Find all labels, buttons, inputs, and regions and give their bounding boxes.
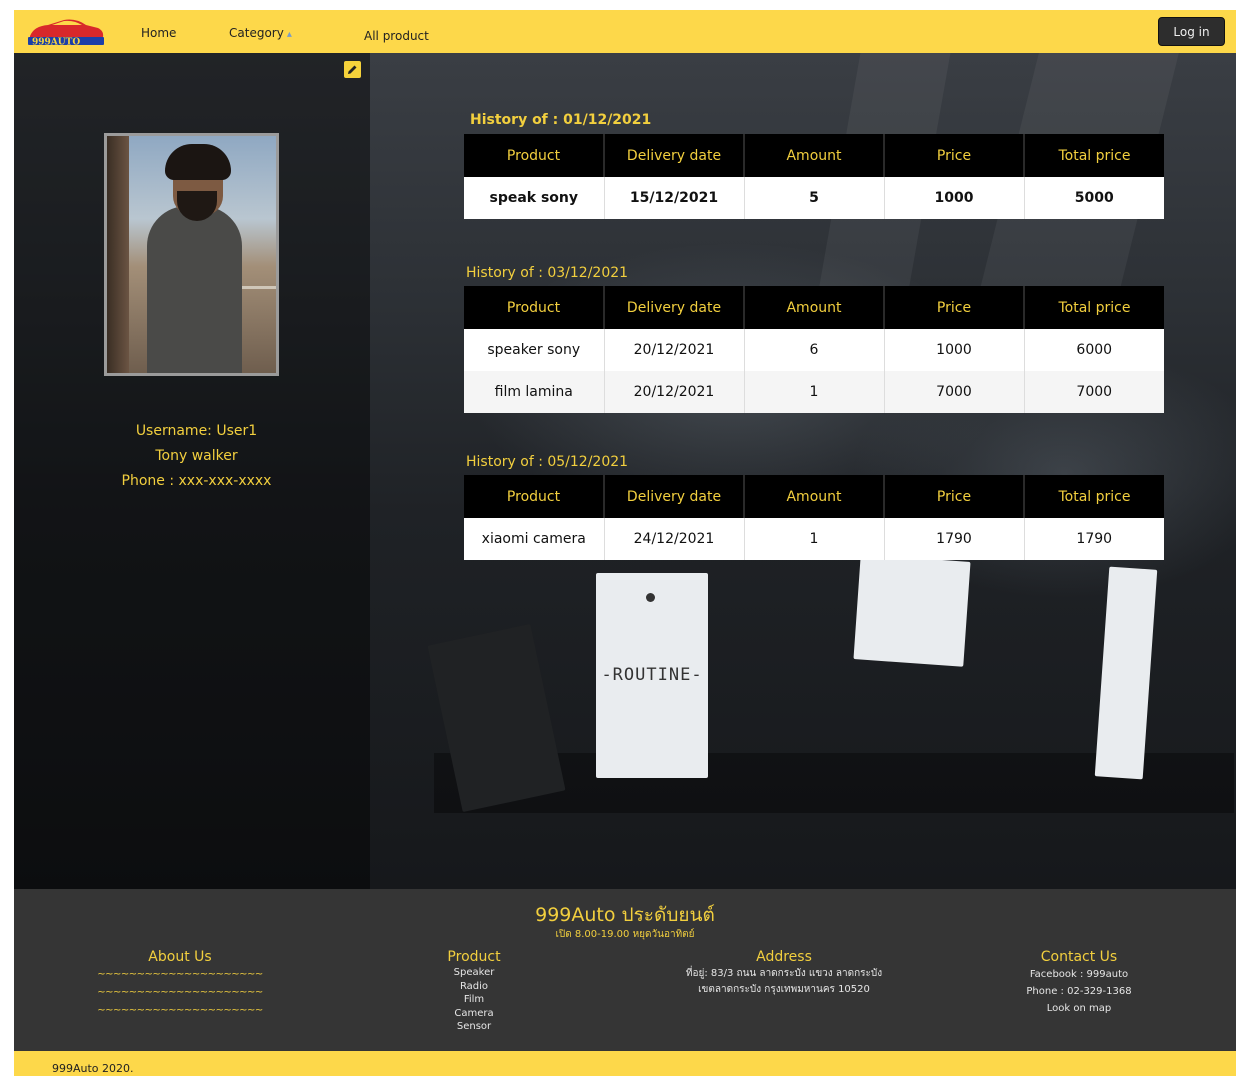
header-product: Product xyxy=(464,286,605,329)
hero-background: -ROUTINE- Username: User1 Tony walker Ph… xyxy=(14,53,1236,889)
footer-facebook-link[interactable]: Facebook : 999auto xyxy=(1004,966,1154,983)
cell-delivery-date: 24/12/2021 xyxy=(604,518,745,560)
footer-product-column: Product Speaker Radio Film Camera Sensor xyxy=(434,949,514,1034)
footer-about-line: ~~~~~~~~~~~~~~~~~~~~~ xyxy=(97,969,263,980)
footer-product-link-radio[interactable]: Radio xyxy=(434,980,514,994)
footer-contact-title: Contact Us xyxy=(1040,949,1118,965)
footer-map-link[interactable]: Look on map xyxy=(1004,1000,1154,1017)
footer-address-line: ที่อยู่: 83/3 ถนน ลาดกระบัง แขวง ลาดกระบ… xyxy=(685,968,883,979)
header-delivery-date: Delivery date xyxy=(604,286,745,329)
edit-profile-pencil-icon[interactable] xyxy=(344,61,361,78)
header-price: Price xyxy=(884,286,1025,329)
header-total-price: Total price xyxy=(1024,134,1164,177)
table-header-row: Product Delivery date Amount Price Total… xyxy=(464,286,1164,329)
header-delivery-date: Delivery date xyxy=(604,475,745,518)
footer-address-line: เขตลาดกระบัง กรุงเทพมหานคร 10520 xyxy=(698,984,870,995)
nav-home-link[interactable]: Home xyxy=(141,26,176,40)
footer-product-link-speaker[interactable]: Speaker xyxy=(434,966,514,980)
table-row: speak sony 15/12/2021 5 1000 5000 xyxy=(464,177,1164,219)
background-white-tag xyxy=(853,554,971,667)
cell-amount: 6 xyxy=(744,329,885,371)
cell-amount: 1 xyxy=(744,371,885,413)
footer-product-title: Product xyxy=(447,949,501,965)
cell-price: 1000 xyxy=(884,329,1025,371)
header-delivery-date: Delivery date xyxy=(604,134,745,177)
history-table-1: Product Delivery date Amount Price Total… xyxy=(464,134,1164,219)
footer-phone: Phone : 02-329-1368 xyxy=(1026,986,1132,997)
pencil-icon xyxy=(348,65,357,74)
caret-up-icon: ▴ xyxy=(286,29,292,40)
history-title-2: History of : 03/12/2021 xyxy=(466,265,629,281)
footer-product-link-camera[interactable]: Camera xyxy=(434,1007,514,1021)
header-product: Product xyxy=(464,134,605,177)
login-button[interactable]: Log in xyxy=(1158,17,1225,46)
footer-product-link-sensor[interactable]: Sensor xyxy=(434,1020,514,1034)
history-table-2: Product Delivery date Amount Price Total… xyxy=(464,286,1164,413)
profile-phone: Phone : xxx-xxx-xxxx xyxy=(121,473,272,489)
profile-photo xyxy=(104,133,279,376)
profile-username: Username: User1 xyxy=(135,423,258,439)
table-row: xiaomi camera 24/12/2021 1 1790 1790 xyxy=(464,518,1164,560)
header-amount: Amount xyxy=(744,286,885,329)
footer-brand: 999Auto ประดับยนต์ xyxy=(535,904,715,926)
footer-address-column: Address ที่อยู่: 83/3 ถนน ลาดกระบัง แขวง… xyxy=(664,949,904,998)
car-logo-icon: 999AUTO xyxy=(28,19,104,48)
footer-contact-column: Contact Us Facebook : 999auto Phone : 02… xyxy=(1004,949,1154,1017)
cell-total-price: 1790 xyxy=(1024,518,1164,560)
table-row: speaker sony 20/12/2021 6 1000 6000 xyxy=(464,329,1164,371)
footer-about-line: ~~~~~~~~~~~~~~~~~~~~~ xyxy=(97,987,263,998)
cell-total-price: 6000 xyxy=(1024,329,1164,371)
nav-category-dropdown[interactable]: Category ▴ xyxy=(229,26,292,40)
cell-price: 7000 xyxy=(884,371,1025,413)
footer-address-title: Address xyxy=(756,949,812,965)
profile-info: Username: User1 Tony walker Phone : xxx-… xyxy=(114,419,279,494)
footer-about-title: About Us xyxy=(148,949,212,965)
nav-all-product-link[interactable]: All product xyxy=(364,29,429,43)
page-frame: 999AUTO Home Category ▴ All product Log i… xyxy=(14,10,1236,1076)
cell-delivery-date: 20/12/2021 xyxy=(604,329,745,371)
cell-product: speaker sony xyxy=(464,329,605,371)
logo-text: 999AUTO xyxy=(32,38,80,48)
copyright-text: 999Auto 2020. xyxy=(52,1062,134,1075)
history-title-3: History of : 05/12/2021 xyxy=(466,454,629,470)
background-white-tag xyxy=(1094,566,1158,780)
logo[interactable]: 999AUTO xyxy=(24,16,106,48)
footer: 999Auto ประดับยนต์ เปิด 8.00-19.00 หยุดว… xyxy=(14,889,1236,1051)
cell-total-price: 7000 xyxy=(1024,371,1164,413)
cell-delivery-date: 15/12/2021 xyxy=(604,177,745,219)
header-total-price: Total price xyxy=(1024,475,1164,518)
background-routine-tag: -ROUTINE- xyxy=(596,573,708,778)
cell-amount: 5 xyxy=(744,177,885,219)
footer-about-line: ~~~~~~~~~~~~~~~~~~~~~ xyxy=(97,1005,263,1016)
history-title-1: History of : 01/12/2021 xyxy=(470,112,652,128)
history-table-3: Product Delivery date Amount Price Total… xyxy=(464,475,1164,560)
table-row: film lamina 20/12/2021 1 7000 7000 xyxy=(464,371,1164,413)
nav-category-label: Category xyxy=(229,26,284,40)
cell-total-price: 5000 xyxy=(1024,177,1164,219)
table-header-row: Product Delivery date Amount Price Total… xyxy=(464,475,1164,518)
tag-routine-text: -ROUTINE- xyxy=(601,665,703,685)
cell-delivery-date: 20/12/2021 xyxy=(604,371,745,413)
header-price: Price xyxy=(884,134,1025,177)
profile-name: Tony walker xyxy=(155,448,238,464)
footer-product-link-film[interactable]: Film xyxy=(434,993,514,1007)
top-navbar: 999AUTO Home Category ▴ All product Log i… xyxy=(14,10,1236,53)
cell-product: speak sony xyxy=(464,177,605,219)
cell-product: film lamina xyxy=(464,371,605,413)
footer-opening-hours: เปิด 8.00-19.00 หยุดวันอาทิตย์ xyxy=(555,929,695,940)
cell-price: 1790 xyxy=(884,518,1025,560)
bottom-bar: 999Auto 2020. xyxy=(14,1051,1236,1076)
header-total-price: Total price xyxy=(1024,286,1164,329)
cell-amount: 1 xyxy=(744,518,885,560)
cell-product: xiaomi camera xyxy=(464,518,605,560)
table-header-row: Product Delivery date Amount Price Total… xyxy=(464,134,1164,177)
footer-about-column: About Us ~~~~~~~~~~~~~~~~~~~~~ ~~~~~~~~~… xyxy=(70,949,290,1020)
tag-hole-icon xyxy=(646,593,655,602)
header-product: Product xyxy=(464,475,605,518)
cell-price: 1000 xyxy=(884,177,1025,219)
header-price: Price xyxy=(884,475,1025,518)
header-amount: Amount xyxy=(744,475,885,518)
header-amount: Amount xyxy=(744,134,885,177)
